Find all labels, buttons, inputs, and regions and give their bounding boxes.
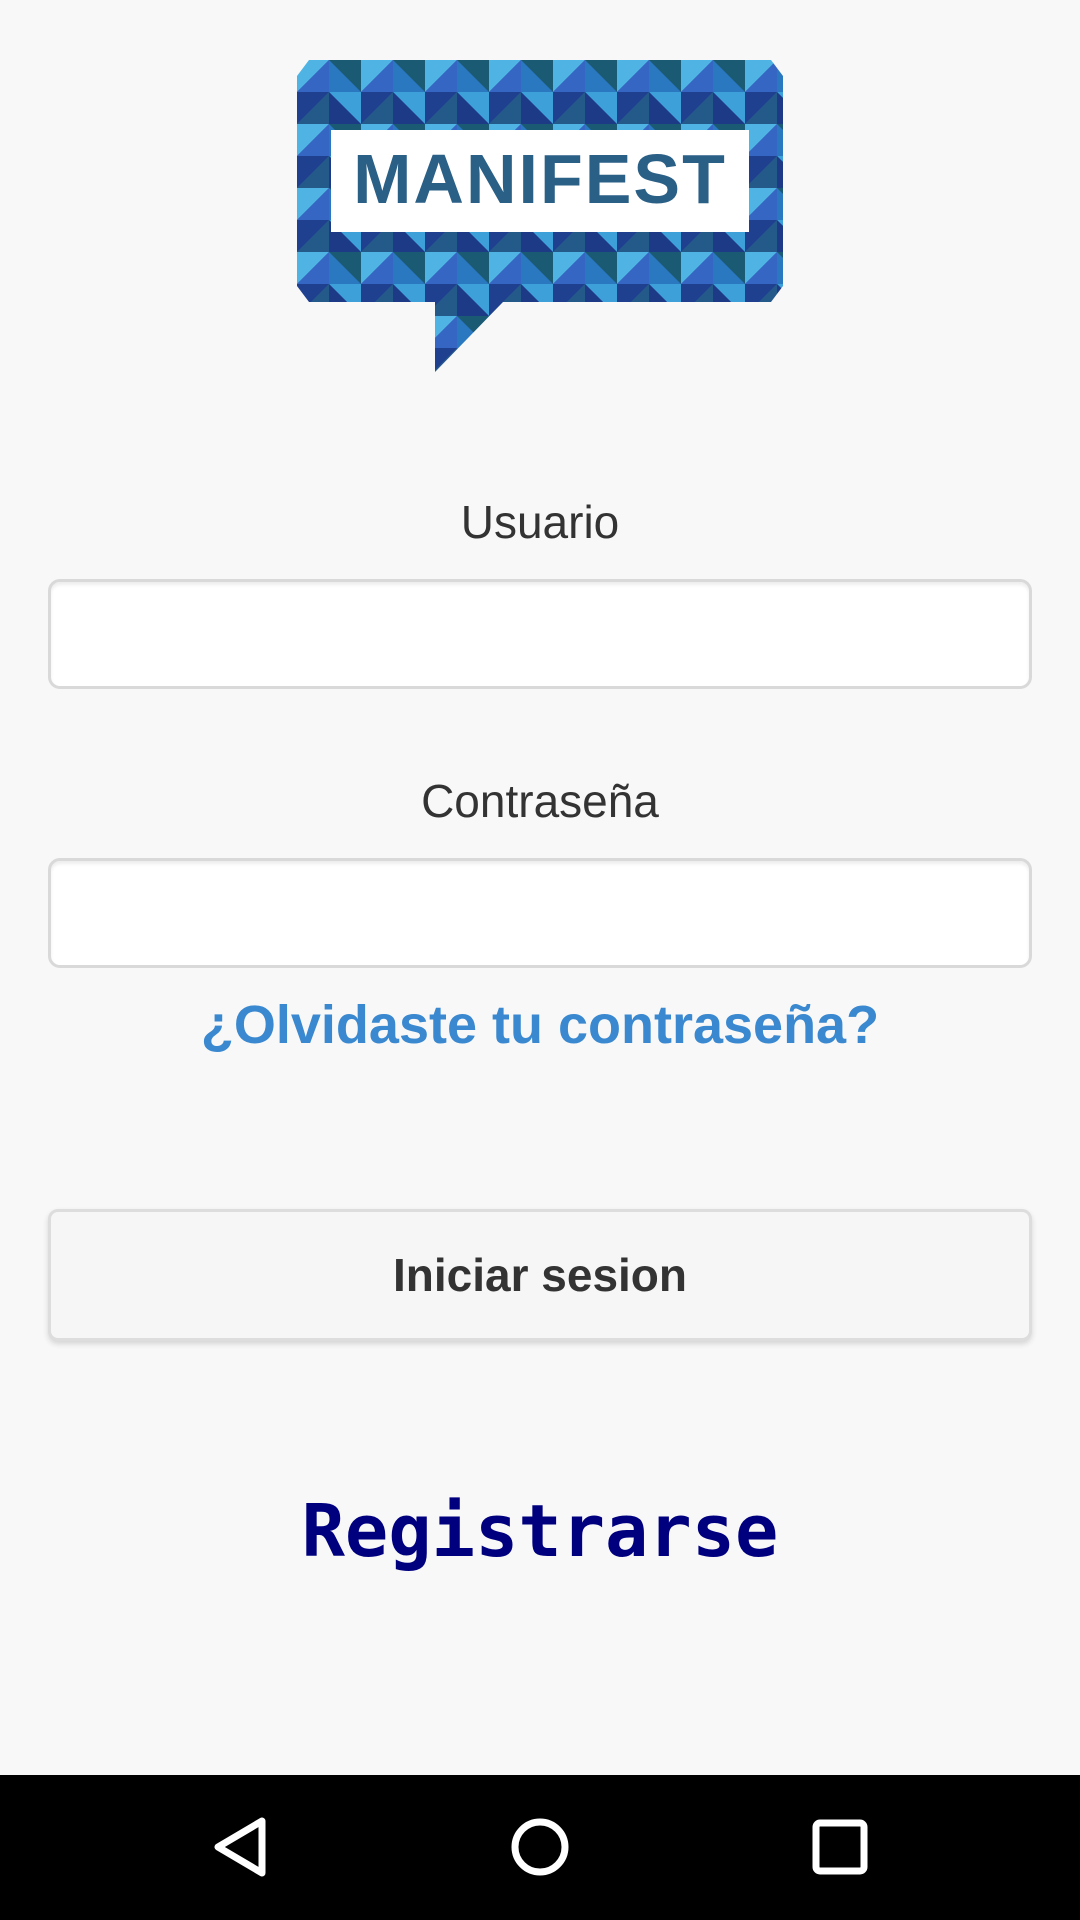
password-input[interactable] [51,861,1029,965]
password-label: Contraseña [421,775,659,827]
username-input[interactable] [51,582,1029,686]
home-icon [511,1818,569,1876]
recents-button[interactable] [790,1797,890,1897]
forgot-password-link[interactable]: ¿Olvidaste tu contraseña? [0,992,1080,1058]
logo-text: MANIFEST [353,140,727,218]
home-button[interactable] [490,1797,590,1897]
back-button[interactable] [190,1797,290,1897]
login-button[interactable]: Iniciar sesion [48,1209,1032,1341]
recents-icon [812,1819,868,1875]
navigation-bar [0,1775,1080,1920]
register-link[interactable]: Registrarse [0,1488,1080,1574]
username-field-container [48,579,1032,689]
manifest-logo: MANIFEST [297,60,783,372]
manifest-logo-graphic: MANIFEST [297,60,783,372]
username-label: Usuario [460,496,620,548]
password-field-container [48,858,1032,968]
back-icon [214,1817,266,1877]
